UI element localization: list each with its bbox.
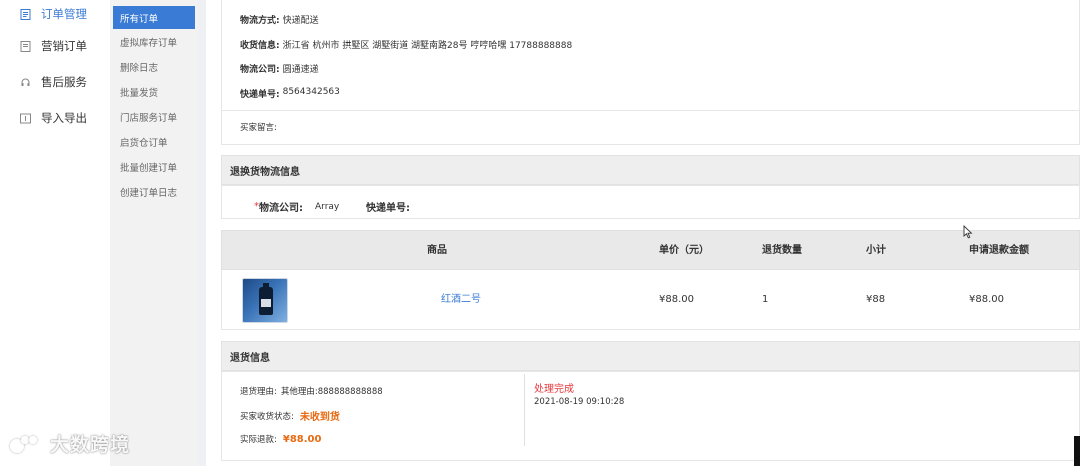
return-logistics-header: 退换货物流信息 xyxy=(221,155,1080,185)
subnav-create-order-log[interactable]: 创建订单日志 xyxy=(110,179,198,204)
return-info-header: 退货信息 xyxy=(221,341,1080,371)
receipt-status-value: 未收到货 xyxy=(299,412,340,423)
return-carrier-label: 物流公司: xyxy=(259,203,303,214)
nav-item-after-sales[interactable]: 售后服务 xyxy=(0,64,110,100)
shipping-method-label: 物流方式: xyxy=(240,16,280,26)
return-info-divider xyxy=(524,374,525,446)
shipping-method-row: 物流方式: 快递配送 xyxy=(240,13,319,26)
col-unit-price: 单价（元） xyxy=(659,245,709,256)
table-row: 红酒二号 ¥88.00 1 ¥88 ¥88.00 xyxy=(221,270,1080,330)
subnav-warehouse-orders[interactable]: 启货仓订单 xyxy=(110,129,198,154)
items-table-header: 商品 单价（元） 退货数量 小计 申请退款金额 xyxy=(221,230,1080,270)
subnav-store-service-orders[interactable]: 门店服务订单 xyxy=(110,104,198,129)
actual-refund-row: 实际退款: ¥88.00 xyxy=(240,433,322,446)
buyer-note-row: 买家留言: xyxy=(240,121,277,133)
carrier-value: 圆通速递 xyxy=(282,65,319,75)
actual-refund-value: ¥88.00 xyxy=(282,433,322,445)
watermark-text: 大数跨境 xyxy=(50,434,131,456)
address-label: 收货信息: xyxy=(240,41,280,51)
buyer-note-label: 买家留言: xyxy=(240,123,277,133)
receipt-status-row: 买家收货状态: 未收到货 xyxy=(240,408,340,424)
secondary-nav: 所有订单 虚拟库存订单 删除日志 批量发货 门店服务订单 启货仓订单 批量创建订… xyxy=(110,0,198,466)
headset-icon xyxy=(20,77,31,88)
product-thumbnail[interactable] xyxy=(242,278,288,323)
unit-price-cell: ¥88.00 xyxy=(659,294,694,305)
return-carrier-value[interactable]: Array xyxy=(315,202,339,212)
subnav-all-orders[interactable]: 所有订单 xyxy=(113,6,195,29)
return-logistics-title: 退换货物流信息 xyxy=(230,166,300,178)
refund-amount-cell: ¥88.00 xyxy=(969,294,1004,305)
tracking-label: 快递单号: xyxy=(240,90,280,100)
main-content: 物流方式: 快递配送 收货信息: 浙江省 杭州市 拱墅区 湖墅街道 湖墅南路28… xyxy=(221,0,1080,466)
actual-refund-label: 实际退款: xyxy=(240,435,277,445)
buyer-note-box: 买家留言: xyxy=(221,110,1080,145)
mouse-cursor-icon xyxy=(963,225,973,239)
layout-gutter xyxy=(198,0,206,466)
col-product: 商品 xyxy=(427,245,447,256)
primary-nav: 订单管理 营销订单 售后服务 导入导出 xyxy=(0,0,110,466)
shipping-method-value: 快递配送 xyxy=(282,16,319,26)
watermark: 大数跨境 xyxy=(8,430,130,457)
window-edge xyxy=(1074,436,1080,466)
col-refund-amount: 申请退款金额 xyxy=(969,245,1029,256)
watermark-logo-icon xyxy=(8,433,46,455)
document-icon xyxy=(20,40,31,52)
return-reason-label: 退货理由: xyxy=(240,387,277,397)
nav-item-label: 营销订单 xyxy=(41,39,87,53)
nav-item-import-export[interactable]: 导入导出 xyxy=(0,100,110,136)
return-logistics-box: * 物流公司: Array 快递单号: xyxy=(221,185,1080,219)
nav-item-label: 售后服务 xyxy=(41,75,87,89)
subnav-virtual-stock-orders[interactable]: 虚拟库存订单 xyxy=(110,29,198,54)
return-reason-row: 退货理由: 其他理由:888888888888 xyxy=(240,385,383,397)
tracking-row: 快递单号: 8564342563 xyxy=(240,87,340,100)
subnav-batch-ship[interactable]: 批量发货 xyxy=(110,79,198,104)
return-qty-cell: 1 xyxy=(762,294,769,305)
subnav-batch-create-orders[interactable]: 批量创建订单 xyxy=(110,154,198,179)
document-icon xyxy=(20,8,31,20)
return-carrier-field: * 物流公司: Array xyxy=(254,199,339,214)
subnav-delete-log[interactable]: 删除日志 xyxy=(110,54,198,79)
return-info-title: 退货信息 xyxy=(230,352,270,364)
tracking-value: 8564342563 xyxy=(282,87,340,97)
carrier-row: 物流公司: 圆通速递 xyxy=(240,62,319,75)
subtotal-cell: ¥88 xyxy=(866,294,886,305)
import-export-icon xyxy=(20,113,31,124)
return-reason-value: 其他理由:888888888888 xyxy=(280,387,383,397)
return-tracking-label: 快递单号: xyxy=(366,203,410,214)
process-status: 处理完成 xyxy=(534,384,574,395)
process-timestamp: 2021-08-19 09:10:28 xyxy=(534,397,625,407)
col-return-qty: 退货数量 xyxy=(762,245,802,256)
carrier-label: 物流公司: xyxy=(240,65,280,75)
nav-item-label: 订单管理 xyxy=(41,7,87,21)
shipping-info-box: 物流方式: 快递配送 收货信息: 浙江省 杭州市 拱墅区 湖墅街道 湖墅南路28… xyxy=(221,0,1080,111)
return-info-box: 退货理由: 其他理由:888888888888 买家收货状态: 未收到货 实际退… xyxy=(221,371,1080,461)
col-subtotal: 小计 xyxy=(866,245,886,256)
nav-item-label: 导入导出 xyxy=(41,111,87,125)
nav-item-marketing-orders[interactable]: 营销订单 xyxy=(0,28,110,64)
address-row: 收货信息: 浙江省 杭州市 拱墅区 湖墅街道 湖墅南路28号 哼哼哈嘿 1778… xyxy=(240,38,572,51)
address-value: 浙江省 杭州市 拱墅区 湖墅街道 湖墅南路28号 哼哼哈嘿 1778888888… xyxy=(282,41,573,51)
product-name-link[interactable]: 红酒二号 xyxy=(441,270,481,330)
receipt-status-label: 买家收货状态: xyxy=(240,411,294,422)
nav-item-order-management[interactable]: 订单管理 xyxy=(0,0,110,28)
